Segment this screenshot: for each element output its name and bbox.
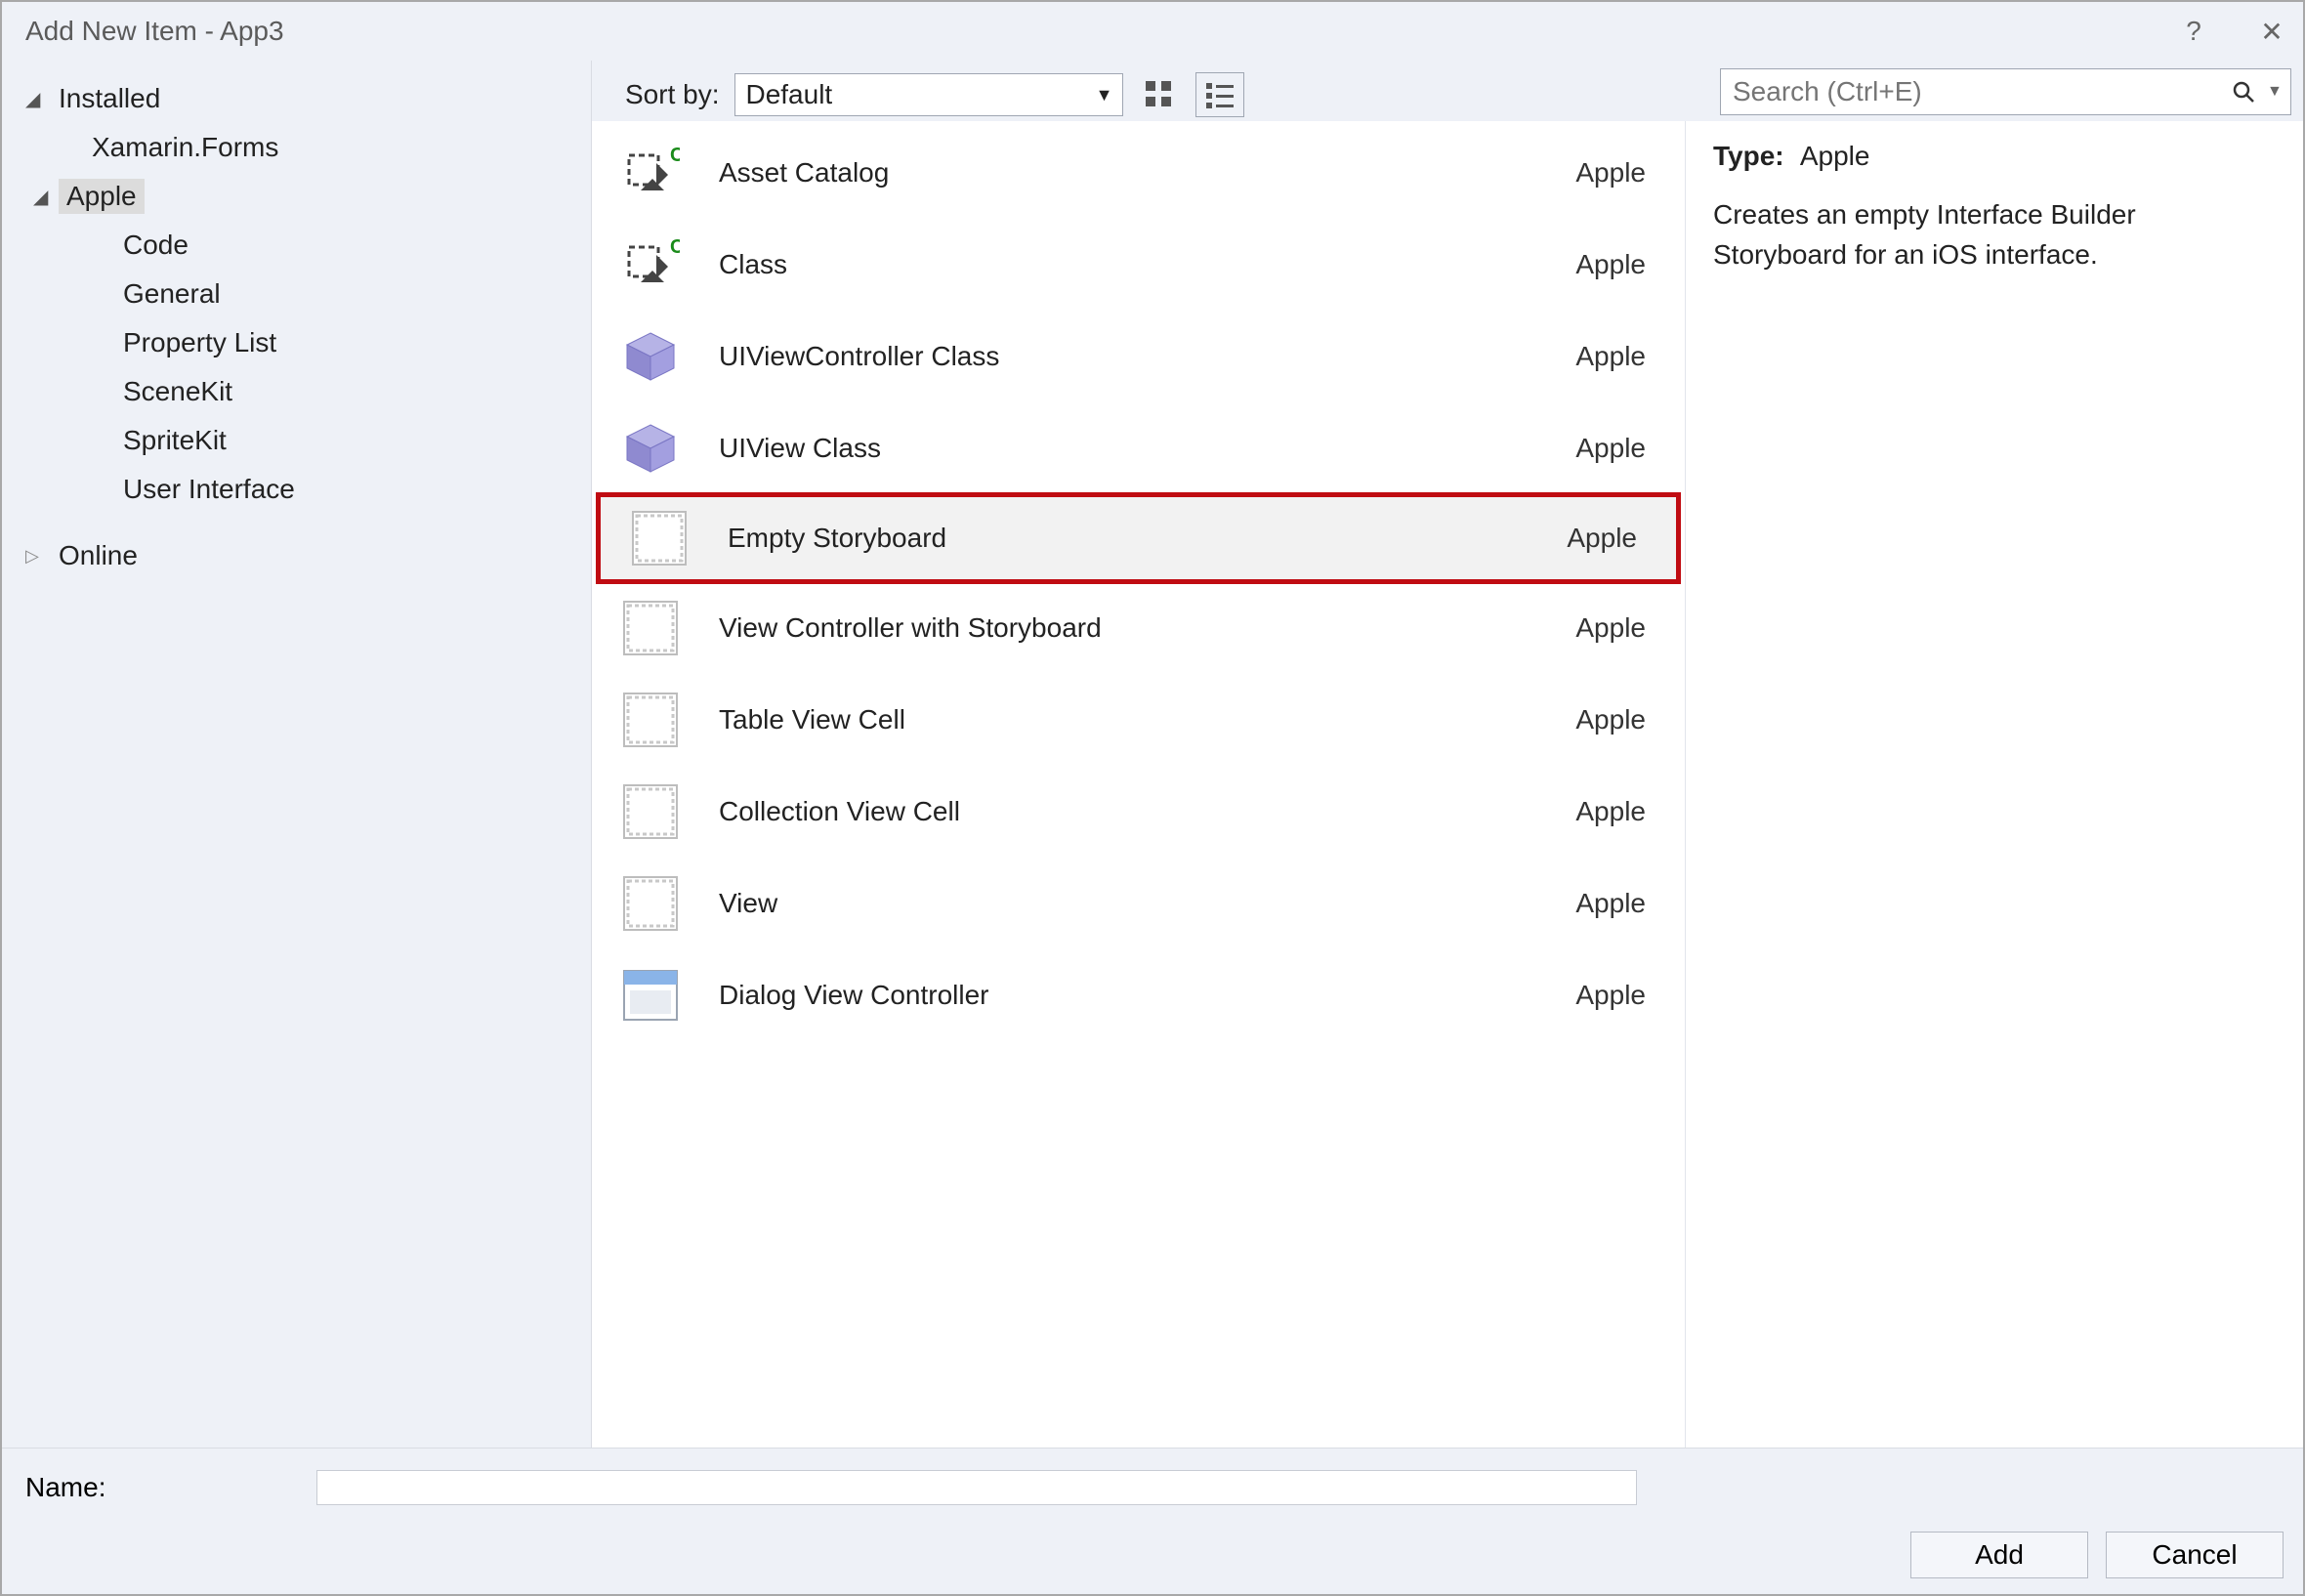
- tree-scenekit[interactable]: SceneKit: [2, 367, 591, 416]
- cube-icon: [615, 321, 686, 392]
- chevron-down-icon: ◢: [25, 87, 45, 111]
- asset-icon: C#: [615, 230, 686, 300]
- search-box[interactable]: ▼: [1720, 68, 2291, 115]
- template-category: Apple: [1575, 157, 1661, 189]
- template-row[interactable]: Collection View Cell Apple: [592, 766, 1685, 858]
- template-row[interactable]: UIViewController Class Apple: [592, 311, 1685, 402]
- template-row[interactable]: View Apple: [592, 858, 1685, 949]
- svg-text:C#: C#: [670, 145, 680, 166]
- name-label: Name:: [25, 1472, 105, 1503]
- storyboard-icon: [624, 503, 694, 573]
- template-row[interactable]: Dialog View Controller Apple: [592, 949, 1685, 1041]
- tree-property-list[interactable]: Property List: [2, 318, 591, 367]
- sort-by-select[interactable]: Default ▼: [734, 73, 1123, 116]
- details-type-value: Apple: [1800, 141, 1870, 171]
- template-row[interactable]: Table View Cell Apple: [592, 674, 1685, 766]
- window-title: Add New Item - App3: [14, 8, 296, 55]
- help-icon[interactable]: ?: [2174, 16, 2213, 47]
- storyboard-icon: [615, 868, 686, 939]
- asset-icon: C#: [615, 138, 686, 208]
- details-description: Creates an empty Interface Builder Story…: [1713, 195, 2276, 274]
- footer: Name: Add Cancel: [2, 1448, 2303, 1594]
- template-row[interactable]: C# Asset Catalog Apple: [592, 127, 1685, 219]
- template-category: Apple: [1575, 341, 1661, 372]
- template-name: View Controller with Storyboard: [719, 612, 1542, 644]
- close-icon[interactable]: ✕: [2252, 16, 2291, 48]
- category-tree: ◢ Installed Xamarin.Forms ◢ Apple Code G…: [2, 61, 592, 1448]
- template-category: Apple: [1575, 433, 1661, 464]
- cancel-button[interactable]: Cancel: [2106, 1532, 2284, 1578]
- template-name: Class: [719, 249, 1542, 280]
- template-name: Table View Cell: [719, 704, 1542, 735]
- tree-spritekit[interactable]: SpriteKit: [2, 416, 591, 465]
- template-row[interactable]: UIView Class Apple: [592, 402, 1685, 494]
- template-row[interactable]: C# Class Apple: [592, 219, 1685, 311]
- tree-user-interface[interactable]: User Interface: [2, 465, 591, 514]
- template-name: Empty Storyboard: [728, 523, 1533, 554]
- chevron-down-icon: ▼: [1096, 85, 1113, 105]
- chevron-right-icon: ▷: [25, 546, 45, 567]
- template-category: Apple: [1575, 796, 1661, 827]
- cube-icon: [615, 413, 686, 483]
- template-name: Collection View Cell: [719, 796, 1542, 827]
- search-input[interactable]: [1721, 76, 2232, 107]
- svg-text:C#: C#: [670, 236, 680, 258]
- title-bar: Add New Item - App3 ? ✕: [2, 2, 2303, 61]
- template-category: Apple: [1575, 888, 1661, 919]
- storyboard-icon: [615, 777, 686, 847]
- template-row[interactable]: View Controller with Storyboard Apple: [592, 582, 1685, 674]
- storyboard-icon: [615, 593, 686, 663]
- view-list-button[interactable]: [1195, 72, 1244, 117]
- chevron-down-icon: ◢: [33, 185, 53, 209]
- template-list: C#Asset CatalogAppleC#ClassAppleUIViewCo…: [592, 121, 1686, 1448]
- details-type-label: Type:: [1713, 141, 1784, 171]
- template-category: Apple: [1575, 249, 1661, 280]
- template-category: Apple: [1567, 523, 1653, 554]
- name-input[interactable]: [316, 1470, 1637, 1505]
- tree-apple[interactable]: ◢ Apple: [2, 172, 591, 221]
- template-name: UIViewController Class: [719, 341, 1542, 372]
- template-category: Apple: [1575, 980, 1661, 1011]
- template-name: Asset Catalog: [719, 157, 1542, 189]
- dialog-icon: [615, 960, 686, 1030]
- tree-xamarin-forms[interactable]: Xamarin.Forms: [2, 123, 591, 172]
- template-category: Apple: [1575, 612, 1661, 644]
- template-name: View: [719, 888, 1542, 919]
- tree-installed[interactable]: ◢ Installed: [2, 74, 591, 123]
- view-tiles-button[interactable]: [1135, 72, 1184, 117]
- tree-code[interactable]: Code: [2, 221, 591, 270]
- template-category: Apple: [1575, 704, 1661, 735]
- chevron-down-icon[interactable]: ▼: [2267, 83, 2290, 101]
- add-button[interactable]: Add: [1910, 1532, 2088, 1578]
- storyboard-icon: [615, 685, 686, 755]
- template-name: Dialog View Controller: [719, 980, 1542, 1011]
- sort-by-label: Sort by:: [625, 79, 719, 110]
- details-pane: Type: Apple Creates an empty Interface B…: [1686, 121, 2303, 1448]
- tree-general[interactable]: General: [2, 270, 591, 318]
- tree-online[interactable]: ▷ Online: [2, 531, 591, 580]
- template-name: UIView Class: [719, 433, 1542, 464]
- template-row[interactable]: Empty Storyboard Apple: [596, 492, 1681, 584]
- search-icon[interactable]: [2232, 80, 2267, 104]
